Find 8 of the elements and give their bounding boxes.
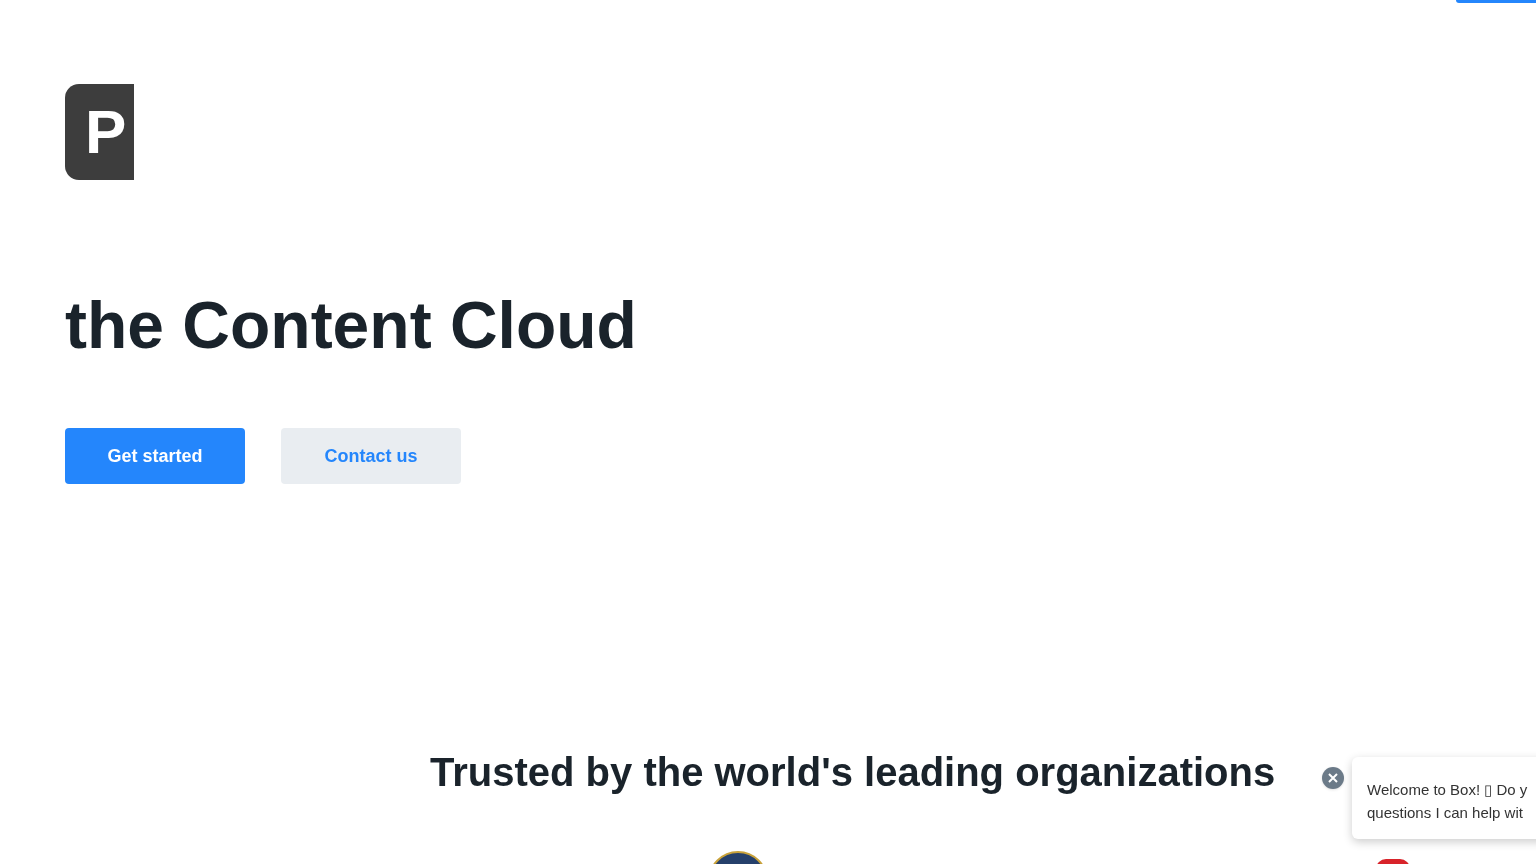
get-started-button[interactable]: Get started bbox=[65, 428, 245, 484]
chat-message-line: Welcome to Box! ▯ Do y bbox=[1367, 780, 1529, 800]
close-icon[interactable] bbox=[1322, 767, 1344, 789]
hero-title: the Content Cloud bbox=[65, 292, 638, 358]
contact-button[interactable]: Contact us bbox=[281, 428, 461, 484]
trusted-heading: Trusted by the world's leading organizations bbox=[430, 749, 1276, 796]
chat-message-line: questions I can help wit bbox=[1367, 803, 1524, 823]
logo: P bbox=[65, 84, 134, 180]
